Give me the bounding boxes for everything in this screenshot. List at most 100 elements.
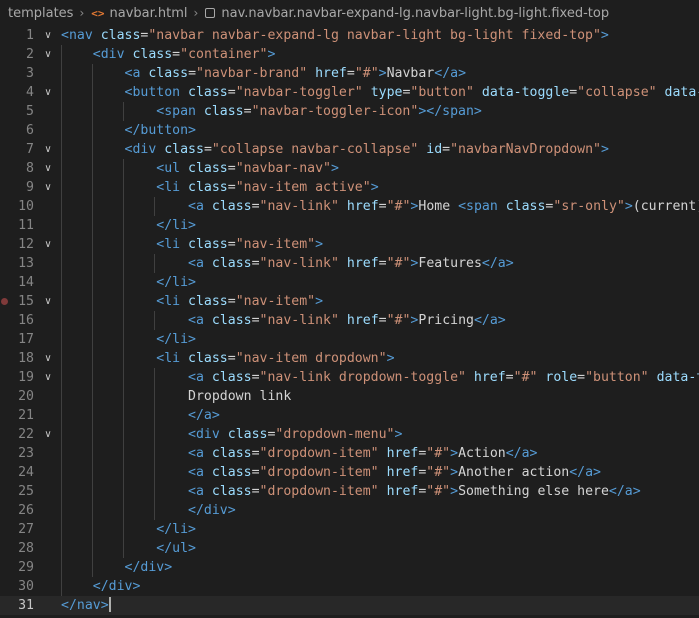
code-area[interactable]: 1 ∨ <nav class="navbar navbar-expand-lg na… — [0, 26, 699, 618]
fold-chevron-icon[interactable]: ∨ — [42, 26, 54, 45]
chevron-right-icon: › — [79, 6, 85, 20]
fold-chevron-icon[interactable]: ∨ — [42, 292, 54, 311]
code-line[interactable]: 18 ∨ <li class="nav-item dropdown"> — [0, 349, 699, 368]
attribute-token: class — [203, 199, 252, 214]
fold-chevron-icon[interactable]: ∨ — [42, 140, 54, 159]
tag-token: > — [600, 142, 609, 157]
code-line[interactable]: 16 <a class="nav-link" href="#">Pricing<… — [0, 311, 699, 330]
code-line[interactable]: 8 ∨ <ul class="navbar-nav"> — [0, 159, 699, 178]
fold-chevron-icon[interactable]: ∨ — [42, 45, 54, 64]
code-line[interactable]: 3 <a class="navbar-brand" href="#">Navba… — [0, 64, 699, 83]
code-line[interactable]: 14 </li> — [0, 273, 699, 292]
code-line[interactable]: 23 <a class="dropdown-item" href="#">Act… — [0, 444, 699, 463]
attribute-token: class — [195, 104, 244, 119]
attribute-token: href — [378, 484, 419, 499]
code-line[interactable]: 17 </li> — [0, 330, 699, 349]
code-text: <a class="dropdown-item" href="#">Anothe… — [61, 463, 601, 482]
code-line[interactable]: 6 </button> — [0, 121, 699, 140]
code-line[interactable]: 12 ∨ <li class="nav-item"> — [0, 235, 699, 254]
fold-chevron-icon[interactable]: ∨ — [42, 159, 54, 178]
text-token: = — [251, 256, 260, 271]
string-token: "navbar-nav" — [235, 161, 331, 176]
code-line[interactable]: 29 </div> — [0, 558, 699, 577]
tag-token: </nav> — [61, 598, 109, 613]
tag-token: > — [315, 294, 324, 309]
text-token: = — [251, 199, 260, 214]
line-number: 22 — [18, 427, 34, 442]
code-line[interactable]: 15 ∨ <li class="nav-item"> — [0, 292, 699, 311]
tag-token: > — [450, 484, 459, 499]
code-editor: templates › <> navbar.html › nav.navbar.… — [0, 0, 699, 618]
string-token: "#" — [426, 465, 451, 480]
breadcrumb-file[interactable]: navbar.html — [110, 6, 188, 21]
tag-token: <a — [188, 199, 204, 214]
tag-token: <li — [156, 351, 181, 366]
tag-token: </li> — [156, 332, 196, 347]
code-line[interactable]: 28 </ul> — [0, 539, 699, 558]
code-line[interactable]: 25 <a class="dropdown-item" href="#">Som… — [0, 482, 699, 501]
tag-token: </button> — [124, 123, 196, 138]
line-number: 18 — [18, 351, 34, 366]
code-line[interactable]: 27 </li> — [0, 520, 699, 539]
attribute-token: class — [180, 351, 228, 366]
code-line[interactable]: 2 ∨ <div class="container"> — [0, 45, 699, 64]
fold-chevron-icon[interactable]: ∨ — [42, 425, 54, 444]
breadcrumb-symbol[interactable]: nav.navbar.navbar-expand-lg.navbar-light… — [221, 6, 609, 21]
fold-chevron-icon[interactable]: ∨ — [42, 83, 54, 102]
code-line[interactable]: 30 </div> — [0, 577, 699, 596]
fold-chevron-icon[interactable]: ∨ — [42, 349, 54, 368]
code-text: <a class="dropdown-item" href="#">Action… — [61, 444, 537, 463]
code-line[interactable]: 31 </nav> — [0, 596, 699, 615]
code-line[interactable]: 20 Dropdown link — [0, 387, 699, 406]
text-token: (current) — [632, 199, 699, 214]
code-line[interactable]: 11 </li> — [0, 216, 699, 235]
line-number: 2 — [26, 47, 34, 62]
code-line[interactable]: 19 ∨ <a class="nav-link dropdown-toggle" … — [0, 368, 699, 387]
text-token: = — [505, 370, 514, 385]
line-number: 12 — [18, 237, 34, 252]
text-token: = — [378, 256, 387, 271]
attribute-token: class — [203, 256, 252, 271]
code-line[interactable]: 5 <span class="navbar-toggler-icon"></sp… — [0, 102, 699, 121]
line-number: 13 — [18, 256, 34, 271]
string-token: "nav-link dropdown-toggle" — [259, 370, 466, 385]
tag-token: </a> — [569, 465, 601, 480]
string-token: "dropdown-menu" — [275, 427, 395, 442]
string-token: "nav-link" — [259, 199, 339, 214]
fold-chevron-icon[interactable]: ∨ — [42, 235, 54, 254]
line-number: 1 — [26, 28, 34, 43]
html-file-icon: <> — [91, 6, 105, 20]
code-line[interactable]: 4 ∨ <button class="navbar-toggler" type="… — [0, 83, 699, 102]
code-line[interactable]: 13 <a class="nav-link" href="#">Features… — [0, 254, 699, 273]
text-token: = — [251, 370, 260, 385]
breadcrumb-folder[interactable]: templates — [8, 6, 73, 21]
code-line[interactable]: 10 <a class="nav-link" href="#">Home <sp… — [0, 197, 699, 216]
string-token: "#" — [386, 199, 411, 214]
attribute-token: href — [465, 370, 506, 385]
tag-token: > — [450, 446, 459, 461]
line-number: 10 — [18, 199, 34, 214]
attribute-token: data-tog — [656, 370, 699, 385]
code-line[interactable]: 21 </a> — [0, 406, 699, 425]
code-line[interactable]: 7 ∨ <div class="collapse navbar-collapse"… — [0, 140, 699, 159]
code-line[interactable]: 22 ∨ <div class="dropdown-menu"> — [0, 425, 699, 444]
code-line[interactable]: 1 ∨ <nav class="navbar navbar-expand-lg na… — [0, 26, 699, 45]
text-token: Navbar — [386, 66, 435, 81]
string-token: "navbar-toggler-icon" — [251, 104, 419, 119]
tag-token: <li — [156, 180, 181, 195]
code-line[interactable]: 24 <a class="dropdown-item" href="#">Ano… — [0, 463, 699, 482]
attribute-token: href — [378, 446, 419, 461]
line-number: 5 — [26, 104, 34, 119]
line-number: 20 — [18, 389, 34, 404]
fold-chevron-icon[interactable]: ∨ — [42, 368, 54, 387]
code-line[interactable]: 26 </div> — [0, 501, 699, 520]
fold-chevron-icon[interactable]: ∨ — [42, 178, 54, 197]
line-number: 3 — [26, 66, 34, 81]
string-token: "sr-only" — [553, 199, 625, 214]
line-number: 31 — [18, 598, 34, 613]
code-text: </nav> — [61, 596, 111, 615]
chevron-right-icon: › — [193, 6, 199, 20]
code-line[interactable]: 9 ∨ <li class="nav-item active"> — [0, 178, 699, 197]
code-text: </div> — [61, 558, 173, 577]
line-number: 24 — [18, 465, 34, 480]
